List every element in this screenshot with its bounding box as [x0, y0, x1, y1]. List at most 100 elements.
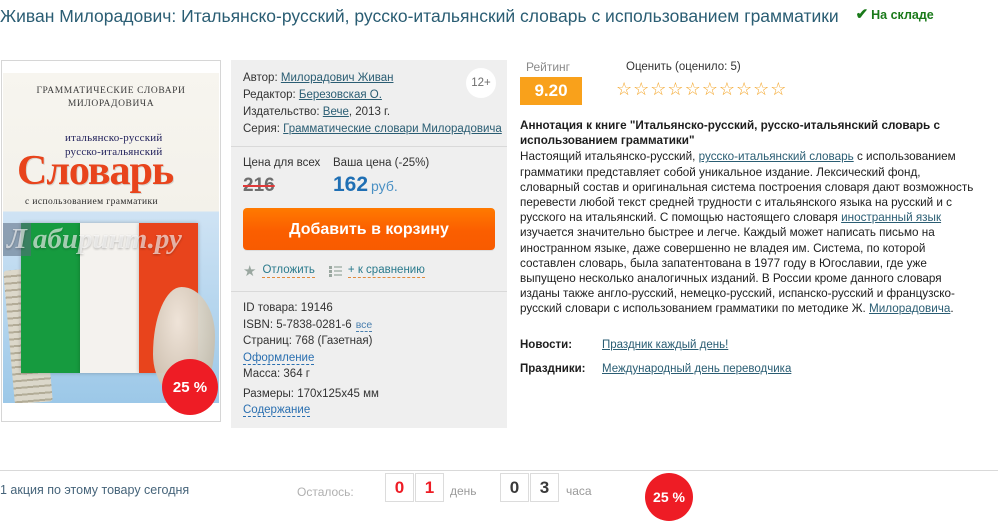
- secondary-actions: ★ Отложить + к сравнению: [243, 261, 495, 281]
- spec-value-pages: 768 (Газетная): [295, 335, 373, 347]
- promo-text: 1 акция по этому товару сегодня: [0, 483, 190, 497]
- page-title-text: Живан Милорадович: Итальянско-русский, р…: [0, 6, 839, 26]
- holidays-row: Праздники: Международный день переводчика: [520, 363, 998, 375]
- detail-label-series: Серия:: [243, 123, 280, 135]
- detail-label-publisher: Издательство:: [243, 106, 320, 118]
- isbn-all-link[interactable]: все: [355, 318, 373, 332]
- status-badge: ✔ На складе: [856, 2, 934, 28]
- rating-star[interactable]: ☆: [616, 79, 633, 99]
- spec-row-contents: Содержание: [243, 402, 495, 419]
- news-link[interactable]: Праздник каждый день!: [602, 339, 728, 351]
- spec-label-pages: Страниц:: [243, 335, 292, 347]
- detail-row-series: Серия: Грамматические словари Милорадови…: [243, 121, 502, 138]
- rating-star[interactable]: ☆: [753, 79, 770, 99]
- publisher-link[interactable]: Вече: [323, 106, 349, 118]
- book-cover[interactable]: ГРАММАТИЧЕСКИЕ СЛОВАРИ МИЛОРАДОВИЧА итал…: [1, 60, 221, 422]
- rating-label: Рейтинг: [526, 60, 571, 74]
- spec-row-pages: Страниц: 768 (Газетная): [243, 333, 495, 350]
- product-info-panel: 12+ Автор: Милорадович Живан Редактор: Б…: [231, 60, 507, 428]
- annotation-link-foreign-language[interactable]: иностранный язык: [841, 211, 941, 224]
- cover-column: ГРАММАТИЧЕСКИЕ СЛОВАРИ МИЛОРАДОВИЧА итал…: [0, 60, 222, 425]
- editor-link[interactable]: Березовская О.: [299, 89, 382, 101]
- annotation-link-author[interactable]: Милорадовича: [869, 302, 950, 315]
- countdown-days-digit-1: 0: [385, 473, 414, 502]
- design-link[interactable]: Оформление: [243, 351, 315, 365]
- rating-star[interactable]: ☆: [702, 79, 719, 99]
- rating-star[interactable]: ☆: [736, 79, 753, 99]
- detail-label-editor: Редактор:: [243, 89, 296, 101]
- cover-subtitle-line1: итальянско-русский: [65, 132, 163, 144]
- rating-stars-widget[interactable]: ☆☆☆☆☆☆☆☆☆☆: [616, 79, 787, 99]
- news-label: Новости:: [520, 338, 573, 351]
- spec-row-design: Оформление: [243, 350, 495, 367]
- stock-label: На складе: [871, 8, 934, 22]
- spec-label-isbn: ISBN:: [243, 318, 274, 331]
- cover-bottom-line: с использованием грамматики: [25, 197, 158, 207]
- rate-prompt-label: Оценить (оценило: 5): [626, 61, 741, 73]
- currency-label: руб.: [371, 178, 398, 194]
- price-all-label: Цена для всех: [243, 157, 321, 169]
- author-link[interactable]: Милорадович Живан: [281, 72, 394, 84]
- page-title: Живан Милорадович: Итальянско-русский, р…: [0, 2, 990, 29]
- specifications: ID товара: 19146 ISBN: 5-7838-0281-6 все …: [231, 292, 507, 419]
- holidays-label: Праздники:: [520, 362, 586, 375]
- spec-label-id: ID товара:: [243, 302, 298, 314]
- promo-countdown-bar: 1 акция по этому товару сегодня Осталось…: [0, 470, 998, 521]
- annotation-heading: Аннотация к книге "Итальянско-русский, р…: [520, 119, 940, 148]
- countdown-hours-unit: часа: [566, 484, 592, 498]
- rating-star[interactable]: ☆: [685, 79, 702, 99]
- watermark: Лабиринт.ру: [3, 223, 219, 256]
- old-price: 216: [243, 175, 275, 196]
- contents-link[interactable]: Содержание: [243, 404, 311, 417]
- spec-row-size: Размеры: 170x125x45 мм: [243, 386, 495, 403]
- new-price: 162 руб.: [333, 174, 398, 197]
- series-link[interactable]: Грамматические словари Милорадовича: [283, 123, 502, 135]
- add-to-cart-button[interactable]: Добавить в корзину: [243, 208, 495, 250]
- spec-row-id: ID товара: 19146: [243, 300, 495, 317]
- detail-row-publisher: Издательство: Вече, 2013 г.: [243, 104, 495, 121]
- annotation-part-4: .: [950, 302, 954, 316]
- detail-row-editor: Редактор: Березовская О.: [243, 87, 495, 104]
- list-icon: [328, 265, 342, 277]
- countdown-days-digit-2: 1: [415, 473, 444, 502]
- compare-link[interactable]: + к сравнению: [347, 264, 425, 278]
- rating-star[interactable]: ☆: [650, 79, 667, 99]
- price-values: 216 162 руб.: [243, 174, 495, 198]
- promo-discount-badge: 25 %: [645, 473, 693, 521]
- annotation-part-1: Настоящий итальянско-русский,: [520, 150, 699, 164]
- cover-artwork: ГРАММАТИЧЕСКИЕ СЛОВАРИ МИЛОРАДОВИЧА итал…: [3, 73, 219, 403]
- age-rating-badge: 12+: [466, 68, 496, 98]
- rating-value: 9.20: [520, 77, 582, 105]
- new-price-value: 162: [333, 173, 369, 196]
- watermark-text: абиринт.ру: [32, 223, 182, 255]
- news-row: Новости: Праздник каждый день!: [520, 339, 998, 351]
- spec-value-mass: 364 г: [283, 368, 310, 380]
- publisher-year: , 2013 г.: [348, 106, 391, 118]
- rating-block: Рейтинг 9.20 Оценить (оценило: 5) ☆☆☆☆☆☆…: [520, 60, 998, 108]
- check-icon: ✔: [855, 6, 869, 23]
- spec-label-mass: Масса:: [243, 368, 281, 380]
- detail-row-author: Автор: Милорадович Живан: [243, 70, 495, 87]
- detail-label-author: Автор:: [243, 72, 278, 84]
- countdown-hours-digit-2: 3: [530, 473, 559, 502]
- price-block: Цена для всех Ваша цена (-25%) 216 162 руб.: [231, 147, 507, 198]
- rating-star[interactable]: ☆: [770, 79, 787, 99]
- cover-main-word: Словарь: [17, 148, 174, 194]
- description-column: Рейтинг 9.20 Оценить (оценило: 5) ☆☆☆☆☆☆…: [520, 60, 998, 387]
- annotation-link-dictionary[interactable]: русско-итальянский словарь: [699, 150, 854, 163]
- annotation-text: Аннотация к книге "Итальянско-русский, р…: [520, 118, 982, 317]
- defer-link[interactable]: Отложить: [262, 264, 315, 278]
- rating-star[interactable]: ☆: [667, 79, 684, 99]
- publication-details: Автор: Милорадович Живан Редактор: Берез…: [231, 60, 507, 138]
- news-block: Новости: Праздник каждый день! Праздники:…: [520, 339, 998, 375]
- rating-star[interactable]: ☆: [719, 79, 736, 99]
- spec-row-mass: Масса: 364 г: [243, 366, 495, 383]
- spec-row-isbn: ISBN: 5-7838-0281-6 все: [243, 317, 495, 334]
- holidays-link[interactable]: Международный день переводчика: [602, 363, 791, 375]
- spec-value-isbn: 5-7838-0281-6: [276, 318, 352, 331]
- rating-star[interactable]: ☆: [633, 79, 650, 99]
- watermark-badge: Л: [3, 223, 31, 256]
- remaining-label: Осталось:: [297, 485, 354, 499]
- countdown-hours-digit-1: 0: [500, 473, 529, 502]
- price-your-label: Ваша цена (-25%): [333, 157, 430, 169]
